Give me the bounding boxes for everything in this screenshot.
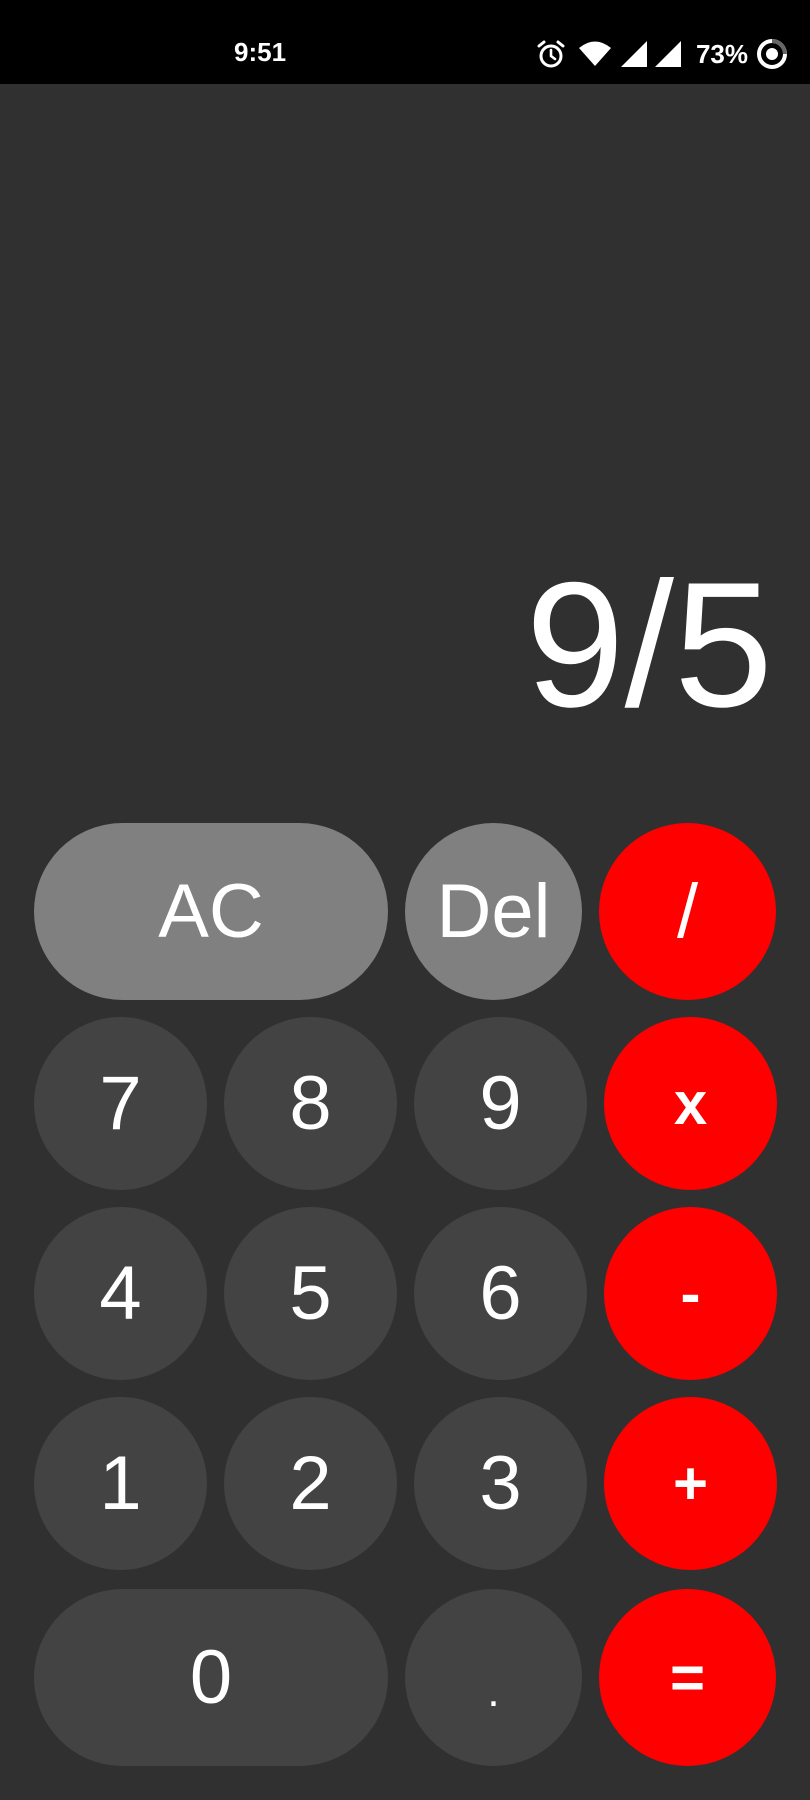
subtract-button-label: - xyxy=(680,1259,701,1327)
digit-4-label: 4 xyxy=(99,1250,142,1336)
digit-6-button[interactable]: 6 xyxy=(414,1207,587,1380)
digit-2-label: 2 xyxy=(289,1440,332,1526)
signal-icon xyxy=(654,40,682,68)
digit-3-button[interactable]: 3 xyxy=(414,1397,587,1570)
divide-button[interactable]: / xyxy=(599,823,776,1000)
digit-0-label: 0 xyxy=(189,1634,233,1720)
equals-button[interactable]: = xyxy=(599,1589,776,1766)
delete-button-label: Del xyxy=(436,868,551,954)
delete-button[interactable]: Del xyxy=(405,823,582,1000)
divide-button-label: / xyxy=(676,868,699,954)
digit-5-button[interactable]: 5 xyxy=(224,1207,397,1380)
multiply-button[interactable]: x xyxy=(604,1017,777,1190)
battery-saver-icon xyxy=(756,38,788,70)
digit-7-label: 7 xyxy=(99,1060,142,1146)
decimal-button[interactable]: . xyxy=(405,1589,582,1766)
subtract-button[interactable]: - xyxy=(604,1207,777,1380)
calculator-display: 9/5 xyxy=(525,545,773,744)
digit-0-button[interactable]: 0 xyxy=(34,1589,388,1766)
digit-5-label: 5 xyxy=(289,1250,332,1336)
equals-button-label: = xyxy=(669,1643,706,1711)
digit-9-label: 9 xyxy=(479,1060,522,1146)
digit-4-button[interactable]: 4 xyxy=(34,1207,207,1380)
clear-button-label: AC xyxy=(158,868,264,954)
digit-7-button[interactable]: 7 xyxy=(34,1017,207,1190)
digit-3-label: 3 xyxy=(479,1440,522,1526)
clear-button[interactable]: AC xyxy=(34,823,388,1000)
decimal-button-label: . xyxy=(487,1666,500,1716)
digit-2-button[interactable]: 2 xyxy=(224,1397,397,1570)
digit-6-label: 6 xyxy=(479,1250,522,1336)
status-time: 9:51 xyxy=(234,37,287,67)
status-bar: 9:51 73% xyxy=(0,0,810,84)
add-button-label: + xyxy=(672,1449,709,1517)
add-button[interactable]: + xyxy=(604,1397,777,1570)
digit-8-button[interactable]: 8 xyxy=(224,1017,397,1190)
calculator-screen: 9:51 73% 9/5 AC Del / 7 8 9 x 4 5 6 - 1 … xyxy=(0,0,810,1800)
wifi-icon xyxy=(578,40,612,68)
digit-9-button[interactable]: 9 xyxy=(414,1017,587,1190)
alarm-icon xyxy=(536,39,566,69)
battery-percent: 73% xyxy=(695,39,748,69)
digit-1-label: 1 xyxy=(99,1440,142,1526)
status-icons: 73% xyxy=(536,36,788,72)
digit-1-button[interactable]: 1 xyxy=(34,1397,207,1570)
multiply-button-label: x xyxy=(673,1069,708,1137)
digit-8-label: 8 xyxy=(289,1060,332,1146)
signal-icon xyxy=(620,40,648,68)
